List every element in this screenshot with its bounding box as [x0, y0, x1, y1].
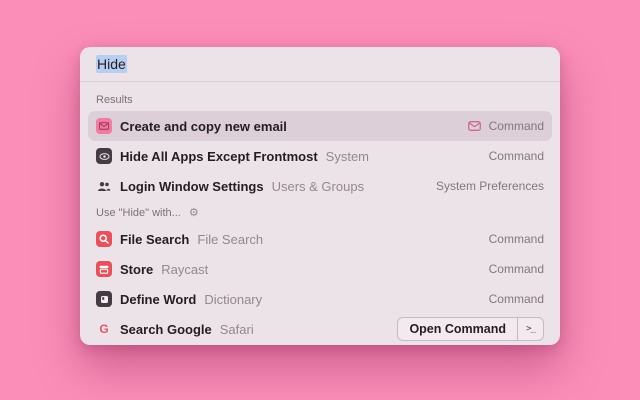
mail-icon: [96, 118, 112, 134]
file-search-icon: [96, 231, 112, 247]
result-row-hide-all-apps[interactable]: Hide All Apps Except Frontmost System Co…: [88, 141, 552, 171]
result-row-file-search[interactable]: File Search File Search Command: [88, 224, 552, 254]
store-icon: [96, 261, 112, 277]
result-subtitle: Raycast: [161, 262, 208, 277]
result-title: File Search: [120, 232, 189, 247]
result-row-create-email[interactable]: Create and copy new email Command: [88, 111, 552, 141]
dictionary-icon: [96, 291, 112, 307]
results-list: Results Create and copy new email Comman…: [80, 82, 560, 345]
result-title: Login Window Settings: [120, 179, 264, 194]
open-command-label: Open Command: [398, 318, 517, 340]
google-icon: G: [96, 321, 112, 337]
result-type: Command: [489, 262, 544, 276]
result-row-search-google[interactable]: G Search Google Safari Open Command >_: [88, 314, 552, 344]
result-title: Define Word: [120, 292, 196, 307]
result-row-login-window[interactable]: Login Window Settings Users & Groups Sys…: [88, 171, 552, 201]
result-row-define-word[interactable]: Define Word Dictionary Command: [88, 284, 552, 314]
users-groups-icon: [96, 178, 112, 194]
result-subtitle: Safari: [220, 322, 254, 337]
hide-apps-icon: [96, 148, 112, 164]
section-results: Results: [88, 88, 552, 111]
result-subtitle: Dictionary: [204, 292, 262, 307]
result-title: Hide All Apps Except Frontmost: [120, 149, 318, 164]
prompt-key-icon: >_: [517, 318, 543, 340]
result-type: Command: [489, 292, 544, 306]
search-input[interactable]: Hide: [80, 47, 560, 81]
result-type: Command: [489, 149, 544, 163]
result-row-store[interactable]: Store Raycast Command: [88, 254, 552, 284]
section-results-label: Results: [96, 94, 133, 106]
gear-icon[interactable]: ⚙: [189, 208, 199, 219]
mail-accessory-icon: [468, 121, 481, 131]
section-use-with: Use "Hide" with... ⚙: [88, 201, 552, 224]
result-subtitle: System: [326, 149, 369, 164]
result-type: System Preferences: [436, 179, 544, 193]
result-type: Command: [489, 232, 544, 246]
open-command-button[interactable]: Open Command >_: [397, 317, 544, 341]
result-subtitle: Users & Groups: [272, 179, 364, 194]
result-type: Command: [489, 119, 544, 133]
search-value: Hide: [96, 56, 127, 72]
result-title: Search Google: [120, 322, 212, 337]
result-title: Store: [120, 262, 153, 277]
result-title: Create and copy new email: [120, 119, 287, 134]
result-subtitle: File Search: [197, 232, 263, 247]
launcher-window: Hide Results Create and copy new email C…: [80, 47, 560, 345]
section-use-with-label: Use "Hide" with...: [96, 207, 181, 219]
